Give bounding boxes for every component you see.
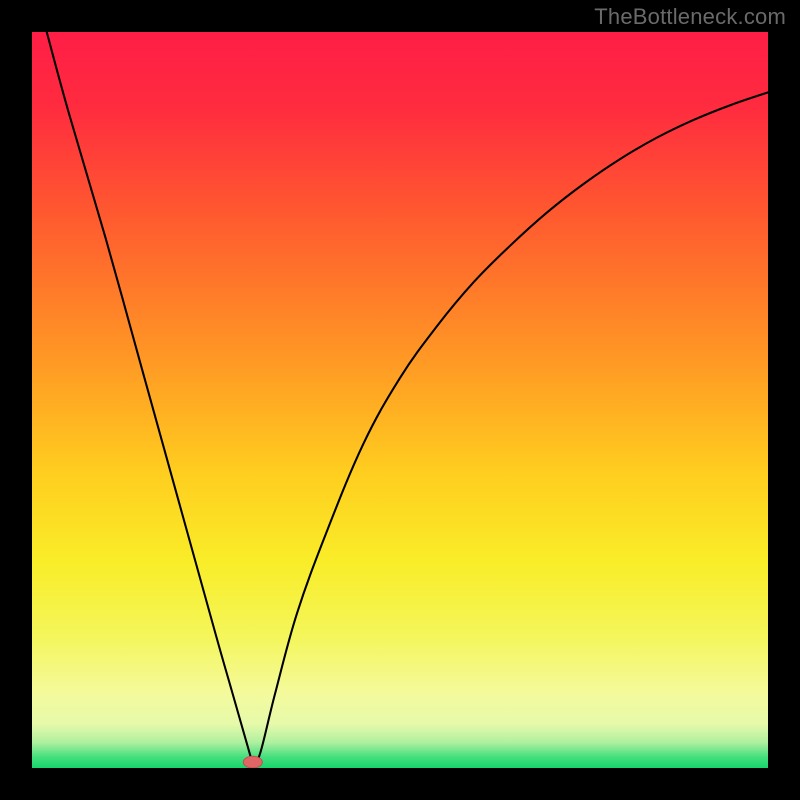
minimum-marker	[243, 756, 262, 768]
watermark-text: TheBottleneck.com	[594, 4, 786, 30]
chart-plot	[32, 32, 768, 768]
plot-background	[32, 32, 768, 768]
outer-frame: TheBottleneck.com	[0, 0, 800, 800]
